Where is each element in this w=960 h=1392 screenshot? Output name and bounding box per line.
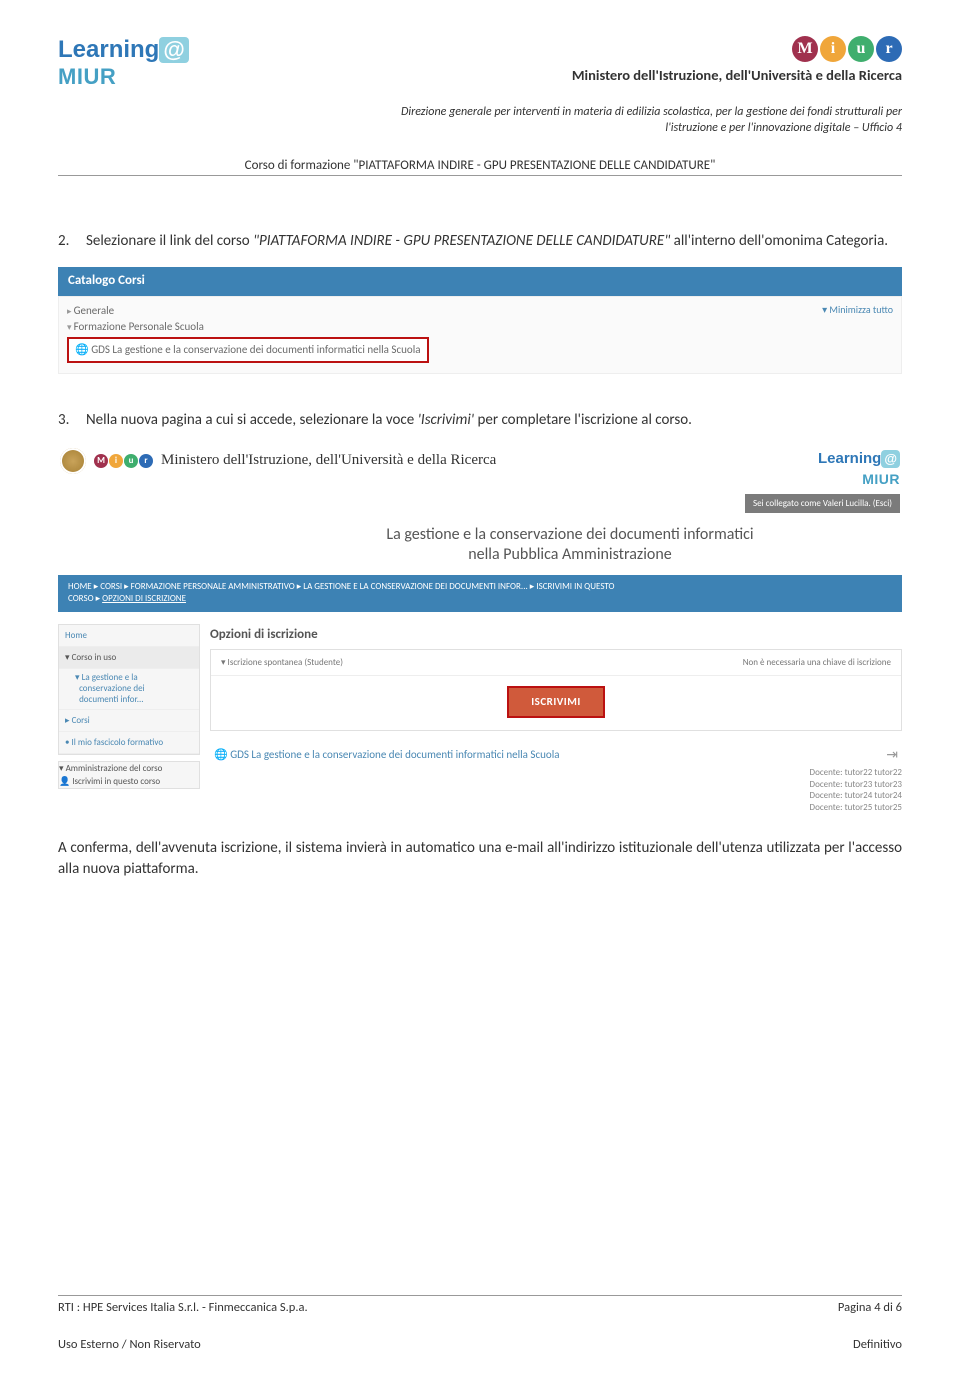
login-status-badge[interactable]: Sei collegato come Valeri Lucilla. (Esci… — [745, 494, 900, 513]
step-2-text: Selezionare il link del corso "PIATTAFOR… — [86, 231, 902, 253]
catalogo-item-generale[interactable]: Generale — [67, 303, 893, 319]
iscrizione-spontanea-label: ▾ Iscrizione spontanea (Studente) — [221, 656, 343, 669]
corso-title-line: Corso di formazione "PIATTAFORMA INDIRE … — [58, 158, 902, 173]
catalogo-course-label: GDS La gestione e la conservazione dei d… — [91, 343, 420, 356]
catalogo-item-formazione[interactable]: Formazione Personale Scuola — [67, 319, 893, 335]
step-3-em: 'Iscrivimi' — [418, 411, 475, 429]
iscrizione-screenshot: M i u r Ministero dell'Istruzione, dell'… — [58, 444, 902, 814]
ball-u-icon: u — [848, 36, 874, 62]
breadcrumb-current: OPZIONI DI ISCRIZIONE — [102, 593, 186, 604]
sidebar-item-iscrivimi-corso[interactable]: 👤 Iscrivimi in questo corso — [59, 775, 199, 788]
step-2-post: all'interno dell'omonima Categoria. — [670, 232, 888, 250]
catalogo-highlighted-course[interactable]: GDS La gestione e la conservazione dei d… — [67, 337, 429, 363]
footer-page-number: Pagina 4 di 6 — [838, 1300, 902, 1315]
globe-icon: 🌐 — [214, 748, 230, 761]
catalogo-screenshot: Catalogo Corsi ▾ Minimizza tutto General… — [58, 267, 902, 374]
ministero-title: Ministero dell'Istruzione, dell'Universi… — [572, 66, 902, 84]
mini-ball-r-icon: r — [139, 454, 153, 468]
sidebar-item-amministrazione[interactable]: ▾ Amministrazione del corso — [59, 762, 199, 775]
sidebar-sub-gestione[interactable]: ▾ La gestione e la conservazione dei doc… — [59, 669, 199, 710]
docente-row: Docente: tutor22 tutor22 — [810, 767, 902, 778]
footer-rti: RTI : HPE Services Italia S.r.l. - Finme… — [58, 1300, 308, 1315]
step-2-pre: Selezionare il link del corso — [86, 232, 253, 250]
exit-icon[interactable]: ⇥ — [886, 745, 898, 765]
docenti-list: Docente: tutor22 tutor22 Docente: tutor2… — [210, 767, 902, 814]
step-3: 3. Nella nuova pagina a cui si accede, s… — [58, 410, 902, 432]
course-page-title: La gestione e la conservazione dei docum… — [58, 521, 902, 575]
page-header: Learning@ MIUR M i u r Ministero dell'Is… — [58, 36, 902, 176]
footer-uso: Uso Esterno / Non Riservato — [58, 1337, 201, 1352]
globe-icon — [75, 343, 91, 356]
docente-row: Docente: tutor24 tutor24 — [810, 790, 902, 801]
minimizza-link[interactable]: ▾ Minimizza tutto — [822, 303, 893, 318]
step-2-title-italic: "PIATTAFORMA INDIRE - GPU PRESENTAZIONE … — [253, 232, 670, 250]
step-2-number: 2. — [58, 231, 76, 253]
ball-m-icon: M — [792, 36, 818, 62]
mini-ball-i-icon: i — [109, 454, 123, 468]
docente-row: Docente: tutor25 tutor25 — [810, 802, 902, 813]
logo-word-miur: MIUR — [58, 64, 116, 89]
sidebar-nav: Home ▾ Corso in uso ▾ La gestione e la c… — [58, 624, 200, 756]
iscrivimi-button[interactable]: ISCRIVIMI — [507, 686, 605, 718]
miur-balls-logo: M i u r — [792, 36, 902, 62]
sidebar-item-home[interactable]: Home — [59, 625, 199, 647]
header-divider — [58, 175, 902, 176]
footer-definitivo: Definitivo — [853, 1337, 902, 1352]
sidebar-admin: ▾ Amministrazione del corso 👤 Iscrivimi … — [58, 761, 200, 789]
breadcrumb-bar: HOME ▸ CORSI ▸ FORMAZIONE PERSONALE AMMI… — [58, 575, 902, 612]
breadcrumb-line-2: CORSO ▸ — [68, 593, 102, 604]
republic-emblem-icon — [60, 448, 86, 474]
ball-r-icon: r — [876, 36, 902, 62]
logo-word-learning: Learning — [58, 36, 159, 64]
page-footer: RTI : HPE Services Italia S.r.l. - Finme… — [58, 1295, 902, 1352]
chiave-iscrizione-note: Non è necessaria una chiave di iscrizion… — [743, 656, 891, 669]
learning-miur-logo: Learning@ MIUR — [58, 36, 189, 90]
direzione-line-2: l'istruzione e per l'innovazione digital… — [665, 121, 902, 135]
mini-miur-balls: M i u r — [94, 454, 153, 468]
sidebar-item-corsi[interactable]: ▸ Corsi — [59, 710, 199, 732]
logo-at-icon: @ — [159, 37, 188, 63]
step-3-pre: Nella nuova pagina a cui si accede, sele… — [86, 411, 418, 429]
conferma-paragraph: A conferma, dell'avvenuta iscrizione, il… — [58, 838, 902, 882]
docente-row: Docente: tutor23 tutor23 — [810, 779, 902, 790]
catalogo-header-bar: Catalogo Corsi — [58, 267, 902, 296]
mini-ball-u-icon: u — [124, 454, 138, 468]
ministero-script-text: Ministero dell'Istruzione, dell'Universi… — [161, 450, 496, 472]
direzione-line-1: Direzione generale per interventi in mat… — [401, 105, 902, 119]
step-2: 2. Selezionare il link del corso "PIATTA… — [58, 231, 902, 253]
opzioni-box: ▾ Iscrizione spontanea (Studente) Non è … — [210, 649, 902, 731]
step-3-post: per completare l'iscrizione al corso. — [474, 411, 692, 429]
opzioni-iscrizione-title: Opzioni di iscrizione — [210, 626, 902, 645]
step-3-number: 3. — [58, 410, 76, 432]
mini-ball-m-icon: M — [94, 454, 108, 468]
sidebar-item-corso-in-uso[interactable]: ▾ Corso in uso — [59, 647, 199, 669]
sidebar-item-fascicolo[interactable]: • Il mio fascicolo formativo — [59, 732, 199, 754]
ball-i-icon: i — [820, 36, 846, 62]
direzione-paragraph: Direzione generale per interventi in mat… — [58, 104, 902, 136]
document-body: 2. Selezionare il link del corso "PIATTA… — [58, 231, 902, 881]
breadcrumb-line-1: HOME ▸ CORSI ▸ FORMAZIONE PERSONALE AMMI… — [68, 581, 614, 592]
gds-course-link[interactable]: 🌐 GDS La gestione e la conservazione dei… — [214, 747, 560, 763]
step-3-text: Nella nuova pagina a cui si accede, sele… — [86, 410, 902, 432]
learning-miur-logo-small: Learning@ MIUR — [745, 448, 900, 490]
footer-divider — [58, 1295, 902, 1296]
